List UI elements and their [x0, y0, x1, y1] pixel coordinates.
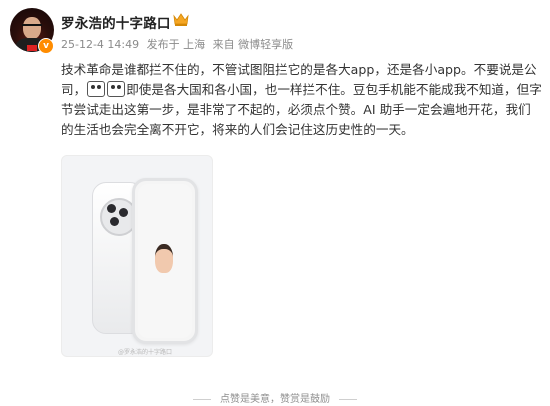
avatar-glasses: [22, 24, 42, 31]
post-text-part2: 即使是各大国和各小国，也一样拦不住。豆包手机能不能成我不知道，但字节尝试走出这第…: [61, 82, 542, 137]
footer-divider-left: [192, 398, 211, 400]
vip-crown-icon[interactable]: [172, 11, 190, 27]
phone-screen: [138, 184, 192, 338]
avatar-tag: [27, 45, 37, 51]
phone-front-image: [132, 178, 198, 344]
footer-text: 点赞是美意，赞赏是鼓励: [220, 394, 330, 405]
post-meta: 25-12-4 14:49 发布于 上海 来自 微博轻享版: [61, 36, 297, 52]
post-date[interactable]: 25-12-4 14:49: [61, 38, 139, 51]
username[interactable]: 罗永浩的十字路口: [61, 12, 171, 32]
doge-emoji-icon: [87, 81, 106, 97]
post-via: 来自 微博轻享版: [212, 38, 294, 51]
doge-emoji-icon: [107, 81, 126, 97]
footer: 点赞是美意，赞赏是鼓励: [0, 390, 550, 405]
footer-divider-right: [339, 398, 358, 400]
verify-badge-icon: v: [38, 38, 54, 54]
image-watermark: @罗永浩的十字路口: [118, 349, 173, 356]
post-location: 发布于 上海: [146, 38, 206, 51]
assistant-avatar-icon: [155, 244, 173, 273]
post-image[interactable]: [61, 155, 213, 357]
post-text: 技术革命是谁都拦不住的，不管试图阻拦它的是各大app，还是各小app。不要说是公…: [61, 60, 543, 140]
